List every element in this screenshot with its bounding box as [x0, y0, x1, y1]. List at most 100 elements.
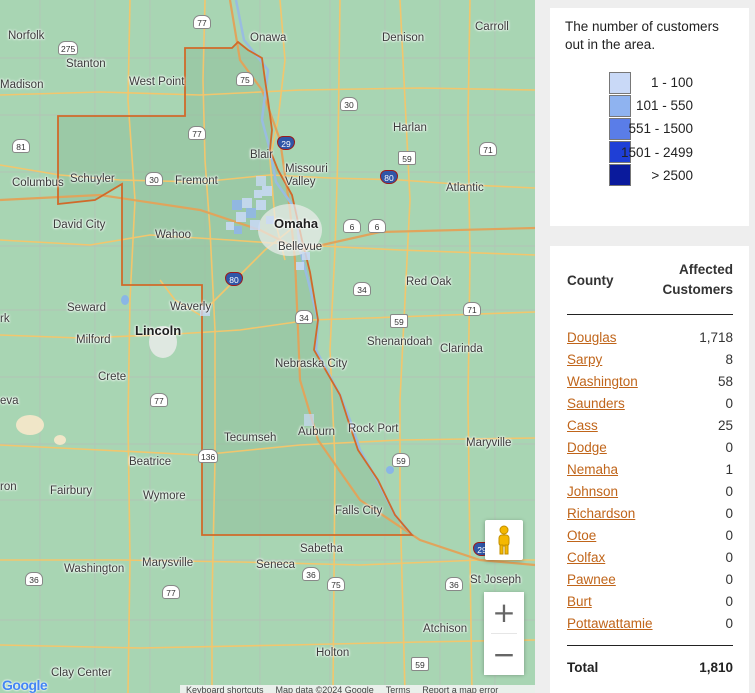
city-label: Holton [316, 647, 350, 659]
city-label: Onawa [250, 32, 287, 44]
city-label: Clay Center [51, 667, 112, 679]
county-link[interactable]: Dodge [567, 437, 607, 459]
legend-label: 1 - 100 [650, 75, 693, 91]
highway-shield: 36 [25, 572, 43, 586]
keyboard-shortcuts-link[interactable]: Keyboard shortcuts [186, 685, 264, 693]
county-link[interactable]: Johnson [567, 481, 618, 503]
city-label: Falls City [335, 505, 383, 517]
affected-count: 0 [725, 528, 733, 543]
table-row: Colfax 0 [567, 547, 733, 569]
county-link[interactable]: Washington [567, 371, 638, 393]
city-label: Atchison [423, 623, 468, 635]
city-label: ron [0, 481, 17, 493]
affected-count: 8 [725, 352, 733, 367]
table-row: Otoe 0 [567, 525, 733, 547]
city-label: Omaha [274, 216, 319, 231]
county-link[interactable]: Cass [567, 415, 598, 437]
zoom-in-button[interactable]: + [484, 592, 524, 633]
legend-swatch [609, 164, 631, 187]
city-label: Harlan [393, 122, 427, 134]
legend-row: 1501 - 2499 [565, 141, 734, 164]
table-row: Nemaha 1 [567, 459, 733, 481]
county-link[interactable]: Nemaha [567, 459, 618, 481]
highway-shield: 36 [302, 567, 320, 581]
legend-swatch [609, 94, 631, 117]
table-body: Douglas 1,718 Sarpy 8 Washington 58 Saunders 0 C… [567, 315, 733, 635]
column-header-county: County [567, 272, 614, 288]
highway-shield: 136 [198, 449, 219, 463]
legend-row: 1 - 100 [565, 71, 734, 94]
table-row: Pottawattamie 0 [567, 613, 733, 635]
table-row: Saunders 0 [567, 393, 733, 415]
county-link[interactable]: Richardson [567, 503, 635, 525]
county-link[interactable]: Douglas [567, 327, 617, 349]
table-row: Sarpy 8 [567, 349, 733, 371]
city-label: Atlantic [446, 182, 484, 194]
city-label: Denison [382, 32, 425, 44]
affected-count: 0 [725, 550, 733, 565]
city-label: Seward [67, 302, 106, 314]
affected-count: 0 [725, 594, 733, 609]
city-label: Washington [64, 563, 125, 575]
table-total-row: Total 1,810 [567, 645, 733, 675]
county-link[interactable]: Pawnee [567, 569, 616, 591]
legend-label: > 2500 [651, 167, 693, 183]
map-data-credit: Map data ©2024 Google [275, 685, 374, 693]
city-label: Carroll [475, 21, 509, 33]
highway-shield: 75 [327, 577, 345, 591]
table-row: Douglas 1,718 [567, 327, 733, 349]
affected-count: 58 [717, 374, 733, 389]
highway-shield: 71 [463, 302, 481, 316]
county-link[interactable]: Colfax [567, 547, 605, 569]
city-label: St Joseph [470, 574, 522, 586]
google-logo: Google [2, 677, 48, 693]
highway-shield: 30 [145, 172, 163, 186]
highway-shield: 34 [295, 310, 313, 324]
county-link[interactable]: Burt [567, 591, 592, 613]
affected-count: 0 [725, 440, 733, 455]
highway-shield: 275 [58, 41, 79, 55]
legend-row: 101 - 550 [565, 94, 734, 117]
city-label: David City [53, 219, 106, 231]
highway-shield: 77 [188, 126, 206, 140]
highway-shield: 81 [12, 139, 30, 153]
highway-shield: 71 [479, 142, 497, 156]
legend-row: > 2500 [565, 164, 734, 187]
city-label: Fremont [175, 175, 218, 187]
county-link[interactable]: Otoe [567, 525, 596, 547]
legend-swatch [609, 71, 631, 94]
city-label: Wymore [143, 490, 186, 502]
city-label: Blair [250, 149, 274, 161]
table-row: Burt 0 [567, 591, 733, 613]
interstate-shield: 29 [277, 136, 295, 150]
zoom-out-button[interactable]: − [484, 634, 524, 675]
table-row: Dodge 0 [567, 437, 733, 459]
affected-count: 0 [725, 616, 733, 631]
city-label: Schuyler [70, 173, 115, 185]
city-label: Tecumseh [224, 432, 277, 444]
report-map-error-link[interactable]: Report a map error [422, 685, 498, 693]
city-label: Marysville [142, 557, 194, 569]
street-view-pegman-button[interactable] [485, 520, 523, 560]
county-link[interactable]: Pottawattamie [567, 613, 653, 635]
city-label: Lincoln [135, 323, 182, 338]
city-label: Bellevue [278, 241, 323, 253]
map-view[interactable]: Norfolk Stanton Madison West Point Onawa… [0, 0, 535, 693]
table-header: County Affected Customers [567, 246, 733, 315]
pegman-icon [498, 525, 510, 555]
county-link[interactable]: Saunders [567, 393, 625, 415]
legend-title: The number of customers out in the area. [565, 19, 719, 52]
city-label: Red Oak [406, 276, 452, 288]
city-label: Sabetha [300, 543, 343, 555]
table-row: Pawnee 0 [567, 569, 733, 591]
county-link[interactable]: Sarpy [567, 349, 602, 371]
table-row: Washington 58 [567, 371, 733, 393]
city-label: Waverly [170, 301, 212, 313]
affected-count: 25 [717, 418, 733, 433]
legend-label: 101 - 550 [635, 98, 693, 114]
city-label: Seneca [256, 559, 296, 571]
legend-panel: The number of customers out in the area.… [550, 8, 749, 226]
highway-shield: 59 [390, 314, 408, 328]
affected-count: 1 [725, 462, 733, 477]
terms-link[interactable]: Terms [386, 685, 411, 693]
